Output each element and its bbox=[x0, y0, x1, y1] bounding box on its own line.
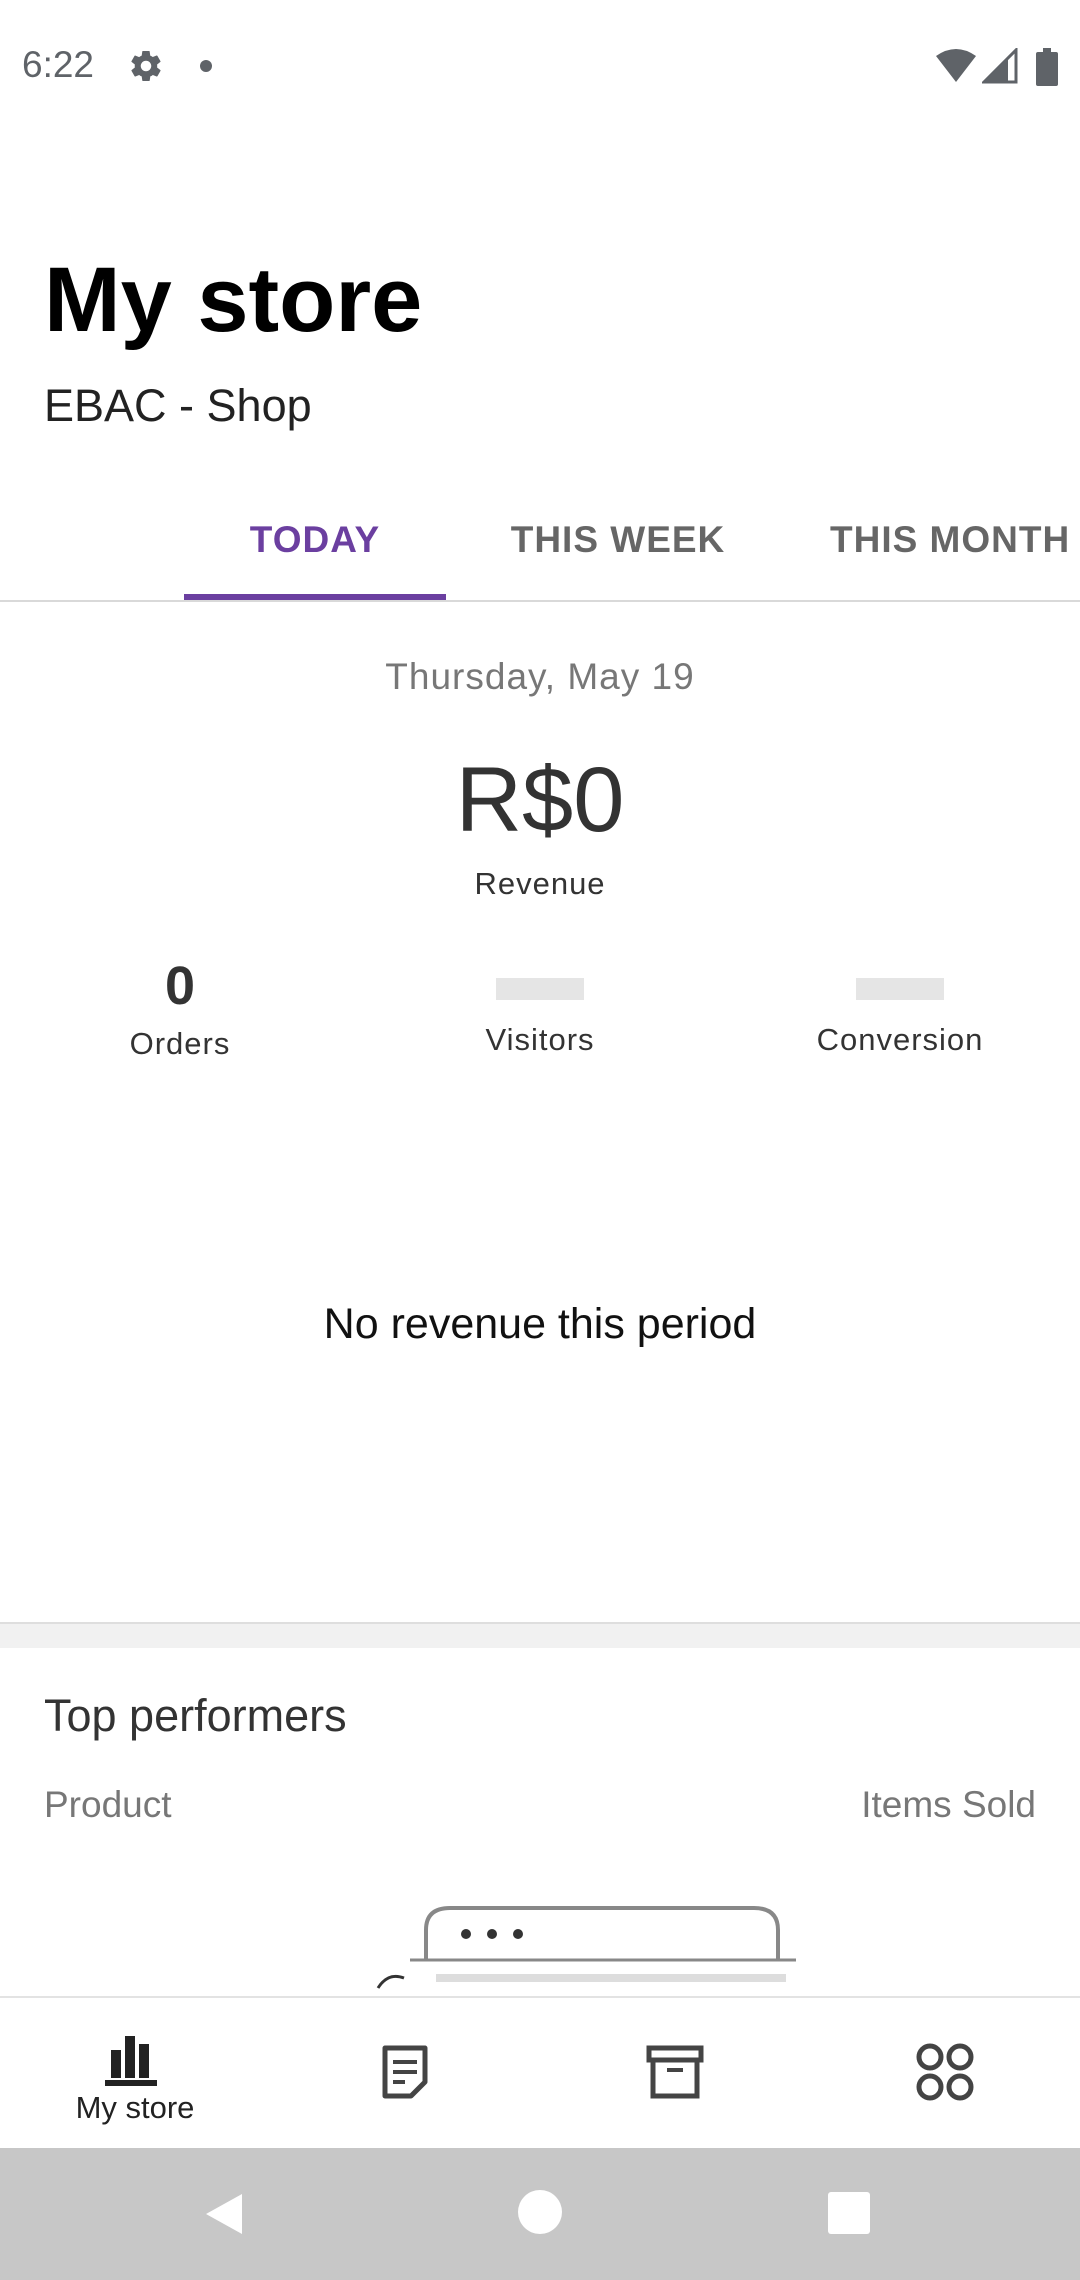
revenue-label: Revenue bbox=[474, 866, 606, 901]
orders-value: 0 bbox=[164, 956, 196, 1016]
grid-more-icon bbox=[916, 2043, 974, 2101]
empty-state-illustration-icon bbox=[376, 1906, 796, 1989]
date-label: Thursday, May 19 bbox=[385, 656, 695, 697]
conversion-loading-placeholder bbox=[856, 978, 944, 1000]
system-navigation-bar bbox=[0, 2148, 1080, 2280]
column-header-items-sold: Items Sold bbox=[861, 1784, 1036, 1825]
visitors-label: Visitors bbox=[485, 1022, 595, 1057]
nav-item-my-store[interactable]: My store bbox=[0, 1998, 270, 2150]
nav-item-more[interactable] bbox=[810, 1998, 1080, 2150]
recents-icon[interactable] bbox=[828, 2192, 870, 2234]
revenue-value: R$0 bbox=[455, 749, 625, 851]
status-time: 6:22 bbox=[22, 44, 95, 85]
orders-icon bbox=[382, 2045, 428, 2099]
bottom-navigation: My store bbox=[0, 1996, 1080, 2150]
tab-this-month[interactable]: THIS MONTH bbox=[830, 480, 1080, 600]
signal-icon bbox=[982, 48, 1018, 84]
conversion-stat: Conversion bbox=[750, 950, 1050, 1058]
top-performers-title: Top performers bbox=[44, 1690, 347, 1741]
empty-revenue-message: No revenue this period bbox=[323, 1300, 757, 1348]
archive-box-icon bbox=[646, 2045, 704, 2099]
nav-item-orders[interactable] bbox=[270, 1998, 540, 2150]
orders-label: Orders bbox=[129, 1026, 231, 1061]
battery-icon bbox=[1036, 48, 1058, 86]
bar-chart-icon bbox=[105, 2036, 157, 2086]
notification-dot-icon bbox=[200, 60, 212, 72]
page-title: My store bbox=[44, 249, 423, 351]
visitors-stat: Visitors bbox=[390, 950, 690, 1058]
back-icon[interactable] bbox=[200, 2190, 248, 2238]
home-icon[interactable] bbox=[518, 2190, 562, 2234]
section-divider bbox=[0, 1622, 1080, 1648]
orders-stat: 0 Orders bbox=[30, 950, 330, 1062]
gear-icon bbox=[131, 51, 161, 82]
wifi-icon bbox=[936, 49, 976, 82]
nav-item-products[interactable] bbox=[540, 1998, 810, 2150]
column-header-product: Product bbox=[44, 1784, 172, 1825]
tab-this-week[interactable]: THIS WEEK bbox=[490, 480, 746, 600]
conversion-label: Conversion bbox=[816, 1022, 984, 1057]
nav-label-my-store: My store bbox=[75, 2090, 195, 2125]
tab-today[interactable]: TODAY bbox=[184, 480, 446, 600]
period-tabs: TODAY THIS WEEK THIS MONTH bbox=[0, 480, 1080, 602]
status-bar: 6:22 bbox=[0, 0, 1080, 130]
visitors-loading-placeholder bbox=[496, 978, 584, 1000]
store-name: EBAC - Shop bbox=[44, 380, 312, 431]
